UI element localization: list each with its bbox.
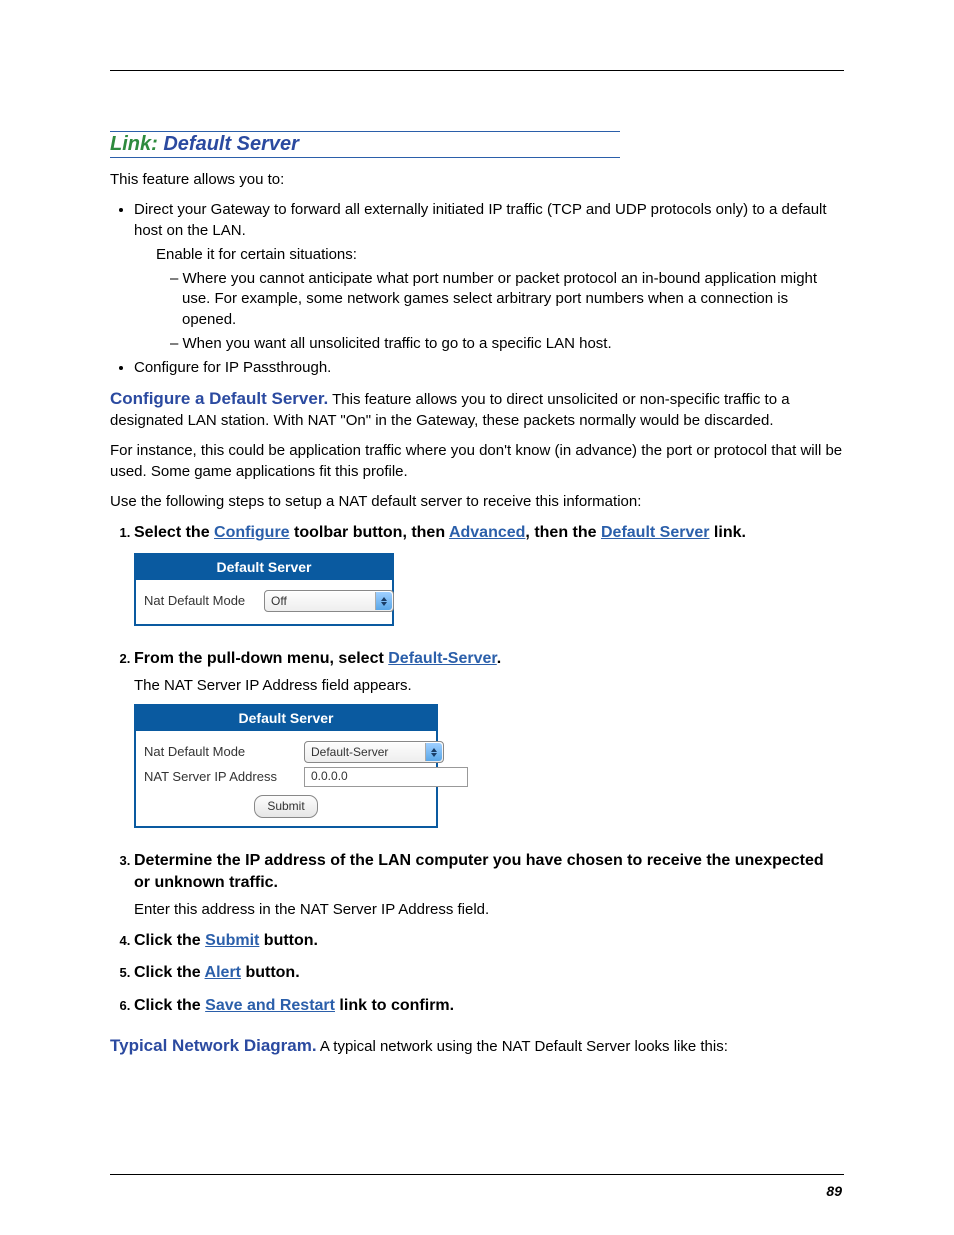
dash-2: – When you want all unsolicited traffic …: [170, 334, 844, 354]
steps-list: Select the Configure toolbar button, the…: [110, 522, 844, 1017]
configure-paragraph: Configure a Default Server. This feature…: [110, 388, 844, 431]
panel2-mode-select[interactable]: Default-Server: [304, 741, 444, 763]
panel1-mode-select[interactable]: Off: [264, 590, 394, 612]
panel2-mode-label: Nat Default Mode: [144, 743, 294, 761]
step-2-desc: The NAT Server IP Address field appears.: [134, 675, 844, 696]
typical-paragraph: Typical Network Diagram. A typical netwo…: [110, 1035, 844, 1058]
link-default-server-option[interactable]: Default-Server: [388, 650, 497, 667]
title-link-word: Link:: [110, 133, 158, 155]
bullet-1-text: Direct your Gateway to forward all exter…: [134, 201, 827, 238]
title-rest: Default Server: [158, 133, 299, 155]
dropdown-icon: [425, 743, 442, 761]
typical-body: A typical network using the NAT Default …: [317, 1038, 728, 1055]
panel1-row-mode: Nat Default Mode Off: [144, 590, 384, 612]
bullet-2: Configure for IP Passthrough.: [134, 358, 844, 378]
step-5: Click the Alert button.: [134, 962, 844, 984]
link-save-restart[interactable]: Save and Restart: [205, 997, 335, 1014]
step-4: Click the Submit button.: [134, 930, 844, 952]
link-default-server[interactable]: Default Server: [601, 524, 710, 541]
bottom-rule: [110, 1174, 844, 1175]
dash-list: – Where you cannot anticipate what port …: [170, 269, 844, 354]
feature-bullets: Direct your Gateway to forward all exter…: [110, 200, 844, 378]
panel2-mode-value: Default-Server: [311, 744, 388, 761]
bullet-1-sub: Enable it for certain situations:: [156, 245, 844, 265]
page: Link: Default Server This feature allows…: [0, 0, 954, 1235]
panel1-mode-label: Nat Default Mode: [144, 592, 254, 610]
section-title: Link: Default Server: [110, 131, 620, 158]
step-3: Determine the IP address of the LAN comp…: [134, 850, 844, 920]
step-2: From the pull-down menu, select Default-…: [134, 648, 844, 840]
link-submit[interactable]: Submit: [205, 932, 259, 949]
dash-1: – Where you cannot anticipate what port …: [170, 269, 844, 330]
intro-text: This feature allows you to:: [110, 170, 844, 190]
panel2-row-ip: NAT Server IP Address 0.0.0.0: [144, 767, 428, 787]
panel1-mode-value: Off: [271, 593, 287, 610]
typical-head: Typical Network Diagram.: [110, 1036, 317, 1055]
step-1: Select the Configure toolbar button, the…: [134, 522, 844, 638]
steps-intro: Use the following steps to setup a NAT d…: [110, 492, 844, 512]
top-rule: [110, 70, 844, 71]
link-alert[interactable]: Alert: [205, 964, 241, 981]
panel1-title: Default Server: [136, 555, 392, 581]
panel2-ip-input[interactable]: 0.0.0.0: [304, 767, 468, 787]
step-3-bold: Determine the IP address of the LAN comp…: [134, 852, 824, 891]
bullet-1: Direct your Gateway to forward all exter…: [134, 200, 844, 354]
dropdown-icon: [375, 592, 392, 610]
page-number: 89: [826, 1183, 842, 1199]
instance-paragraph: For instance, this could be application …: [110, 441, 844, 482]
panel2-row-mode: Nat Default Mode Default-Server: [144, 741, 428, 763]
panel-default-server-on: Default Server Nat Default Mode Default-…: [134, 704, 438, 828]
link-configure[interactable]: Configure: [214, 524, 290, 541]
panel2-submit-button[interactable]: Submit: [254, 795, 317, 818]
link-advanced[interactable]: Advanced: [449, 524, 525, 541]
configure-head: Configure a Default Server.: [110, 389, 328, 408]
panel2-ip-label: NAT Server IP Address: [144, 768, 294, 786]
panel2-title: Default Server: [136, 706, 436, 732]
step-6: Click the Save and Restart link to confi…: [134, 995, 844, 1017]
panel-default-server-off: Default Server Nat Default Mode Off: [134, 553, 394, 627]
step-3-desc: Enter this address in the NAT Server IP …: [134, 899, 844, 920]
